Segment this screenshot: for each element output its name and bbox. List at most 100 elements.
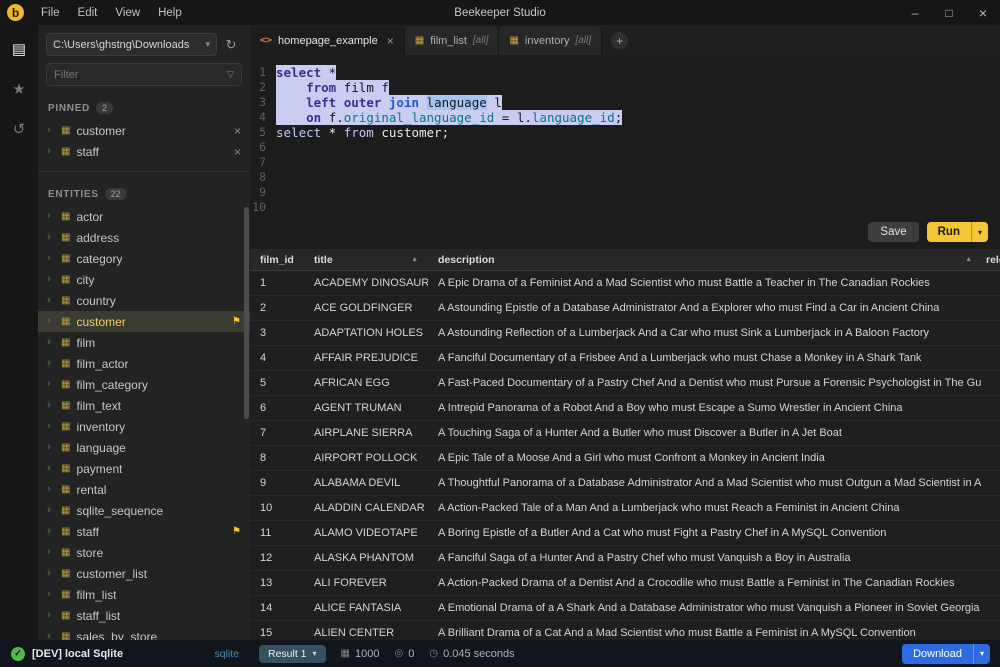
table-row[interactable]: 6AGENT TRUMANA Intrepid Panorama of a Ro… (250, 396, 1000, 421)
chevron-right-icon[interactable]: › (47, 610, 55, 621)
table-row[interactable]: 10ALADDIN CALENDARA Action-Packed Tale o… (250, 496, 1000, 521)
unpin-icon[interactable]: × (234, 124, 241, 138)
chevron-right-icon[interactable]: › (47, 442, 55, 453)
chevron-right-icon[interactable]: › (47, 146, 55, 157)
column-header-title[interactable]: title▲ (304, 254, 428, 266)
funnel-icon[interactable]: ▽ (227, 69, 234, 80)
chevron-right-icon[interactable]: › (47, 421, 55, 432)
pinned-item-staff[interactable]: ›▦staff× (38, 141, 250, 162)
table-row[interactable]: 2ACE GOLDFINGERA Astounding Epistle of a… (250, 296, 1000, 321)
entity-item-rental[interactable]: ›▦rental (38, 479, 250, 500)
chevron-right-icon[interactable]: › (47, 125, 55, 136)
menu-file[interactable]: File (32, 7, 69, 19)
table-row[interactable]: 11ALAMO VIDEOTAPEA Boring Epistle of a B… (250, 521, 1000, 546)
line-code[interactable]: select * from customer; (276, 125, 449, 140)
entity-item-sqlite_sequence[interactable]: ›▦sqlite_sequence (38, 500, 250, 521)
menu-edit[interactable]: Edit (69, 7, 107, 19)
chevron-right-icon[interactable]: › (47, 274, 55, 285)
download-options-caret-icon[interactable]: ▾ (973, 644, 990, 664)
pin-icon[interactable]: ⚑ (232, 316, 241, 327)
refresh-button[interactable]: ↻ (220, 33, 242, 56)
column-header-clipped[interactable]: release_year (982, 254, 1000, 266)
entity-item-actor[interactable]: ›▦actor (38, 206, 250, 227)
run-label[interactable]: Run (927, 222, 971, 242)
entity-item-payment[interactable]: ›▦payment (38, 458, 250, 479)
sql-editor[interactable]: 1select *2 from film f3 left outer join … (250, 55, 1000, 249)
chevron-right-icon[interactable]: › (47, 358, 55, 369)
table-row[interactable]: 5AFRICAN EGGA Fast-Paced Documentary of … (250, 371, 1000, 396)
entity-item-address[interactable]: ›▦address (38, 227, 250, 248)
menu-help[interactable]: Help (149, 7, 191, 19)
entity-item-film[interactable]: ›▦film (38, 332, 250, 353)
new-tab-button[interactable]: + (611, 32, 628, 49)
entity-item-film_actor[interactable]: ›▦film_actor (38, 353, 250, 374)
line-code[interactable]: from film f (276, 80, 389, 95)
sort-icon[interactable]: ▲ (407, 256, 418, 263)
entity-item-language[interactable]: ›▦language (38, 437, 250, 458)
entity-item-store[interactable]: ›▦store (38, 542, 250, 563)
tab-homepage_example[interactable]: <>homepage_example× (250, 26, 405, 55)
table-row[interactable]: 3ADAPTATION HOLESA Astounding Reflection… (250, 321, 1000, 346)
line-code[interactable]: select * (276, 65, 336, 80)
download-button[interactable]: Download ▾ (902, 644, 990, 664)
tab-film_list[interactable]: ▦film_list[all] (405, 26, 500, 55)
connection-select[interactable]: C:\Users\ghstng\Downloads ▾ (46, 33, 217, 56)
chevron-right-icon[interactable]: › (47, 526, 55, 537)
chevron-right-icon[interactable]: › (47, 505, 55, 516)
pinned-item-customer[interactable]: ›▦customer× (38, 120, 250, 141)
result-selector[interactable]: Result 1 ▾ (259, 645, 326, 663)
chevron-right-icon[interactable]: › (47, 463, 55, 474)
line-code[interactable]: left outer join language l (276, 95, 502, 110)
chevron-right-icon[interactable]: › (47, 211, 55, 222)
chevron-right-icon[interactable]: › (47, 631, 55, 640)
column-header-film_id[interactable]: film_id (250, 254, 304, 266)
chevron-right-icon[interactable]: › (47, 589, 55, 600)
column-header-description[interactable]: description▲ (428, 254, 982, 266)
table-row[interactable]: 8AIRPORT POLLOCKA Epic Tale of a Moose A… (250, 446, 1000, 471)
run-options-caret-icon[interactable]: ▾ (971, 222, 988, 242)
entity-item-film_list[interactable]: ›▦film_list (38, 584, 250, 605)
run-button[interactable]: Run ▾ (927, 222, 988, 242)
chevron-right-icon[interactable]: › (47, 379, 55, 390)
table-row[interactable]: 4AFFAIR PREJUDICEA Fanciful Documentary … (250, 346, 1000, 371)
chevron-right-icon[interactable]: › (47, 295, 55, 306)
save-button[interactable]: Save (868, 222, 918, 242)
chevron-right-icon[interactable]: › (47, 484, 55, 495)
unpin-icon[interactable]: × (234, 145, 241, 159)
filter-input[interactable] (54, 69, 227, 81)
entity-item-category[interactable]: ›▦category (38, 248, 250, 269)
entity-item-film_category[interactable]: ›▦film_category (38, 374, 250, 395)
menu-view[interactable]: View (106, 7, 149, 19)
close-button[interactable]: × (966, 0, 1000, 25)
chevron-right-icon[interactable]: › (47, 316, 55, 327)
entity-item-film_text[interactable]: ›▦film_text (38, 395, 250, 416)
chevron-right-icon[interactable]: › (47, 547, 55, 558)
table-row[interactable]: 15ALIEN CENTERA Brilliant Drama of a Cat… (250, 621, 1000, 640)
entity-item-city[interactable]: ›▦city (38, 269, 250, 290)
maximize-button[interactable]: □ (932, 0, 966, 25)
entity-item-customer[interactable]: ›▦customer⚑ (38, 311, 250, 332)
sidebar-scrollbar[interactable] (244, 207, 249, 419)
table-row[interactable]: 1ACADEMY DINOSAURA Epic Drama of a Femin… (250, 271, 1000, 296)
table-row[interactable]: 12ALASKA PHANTOMA Fanciful Saga of a Hun… (250, 546, 1000, 571)
line-code[interactable]: on f.original_language_id = l.language_i… (276, 110, 622, 125)
tab-inventory[interactable]: ▦inventory[all] (499, 26, 602, 55)
minimize-button[interactable]: – (898, 0, 932, 25)
chevron-right-icon[interactable]: › (47, 400, 55, 411)
entity-item-sales_by_store[interactable]: ›▦sales_by_store (38, 626, 250, 640)
chevron-right-icon[interactable]: › (47, 253, 55, 264)
download-label[interactable]: Download (902, 644, 973, 664)
chevron-right-icon[interactable]: › (47, 568, 55, 579)
table-row[interactable]: 7AIRPLANE SIERRAA Touching Saga of a Hun… (250, 421, 1000, 446)
entity-item-staff_list[interactable]: ›▦staff_list (38, 605, 250, 626)
favorites-icon[interactable]: ★ (7, 77, 31, 101)
entity-item-country[interactable]: ›▦country (38, 290, 250, 311)
table-row[interactable]: 9ALABAMA DEVILA Thoughtful Panorama of a… (250, 471, 1000, 496)
entity-item-customer_list[interactable]: ›▦customer_list (38, 563, 250, 584)
history-icon[interactable]: ↺ (7, 117, 31, 141)
entity-item-staff[interactable]: ›▦staff⚑ (38, 521, 250, 542)
close-tab-icon[interactable]: × (387, 34, 394, 48)
entity-item-inventory[interactable]: ›▦inventory (38, 416, 250, 437)
chevron-right-icon[interactable]: › (47, 232, 55, 243)
sort-icon[interactable]: ▲ (961, 256, 972, 263)
